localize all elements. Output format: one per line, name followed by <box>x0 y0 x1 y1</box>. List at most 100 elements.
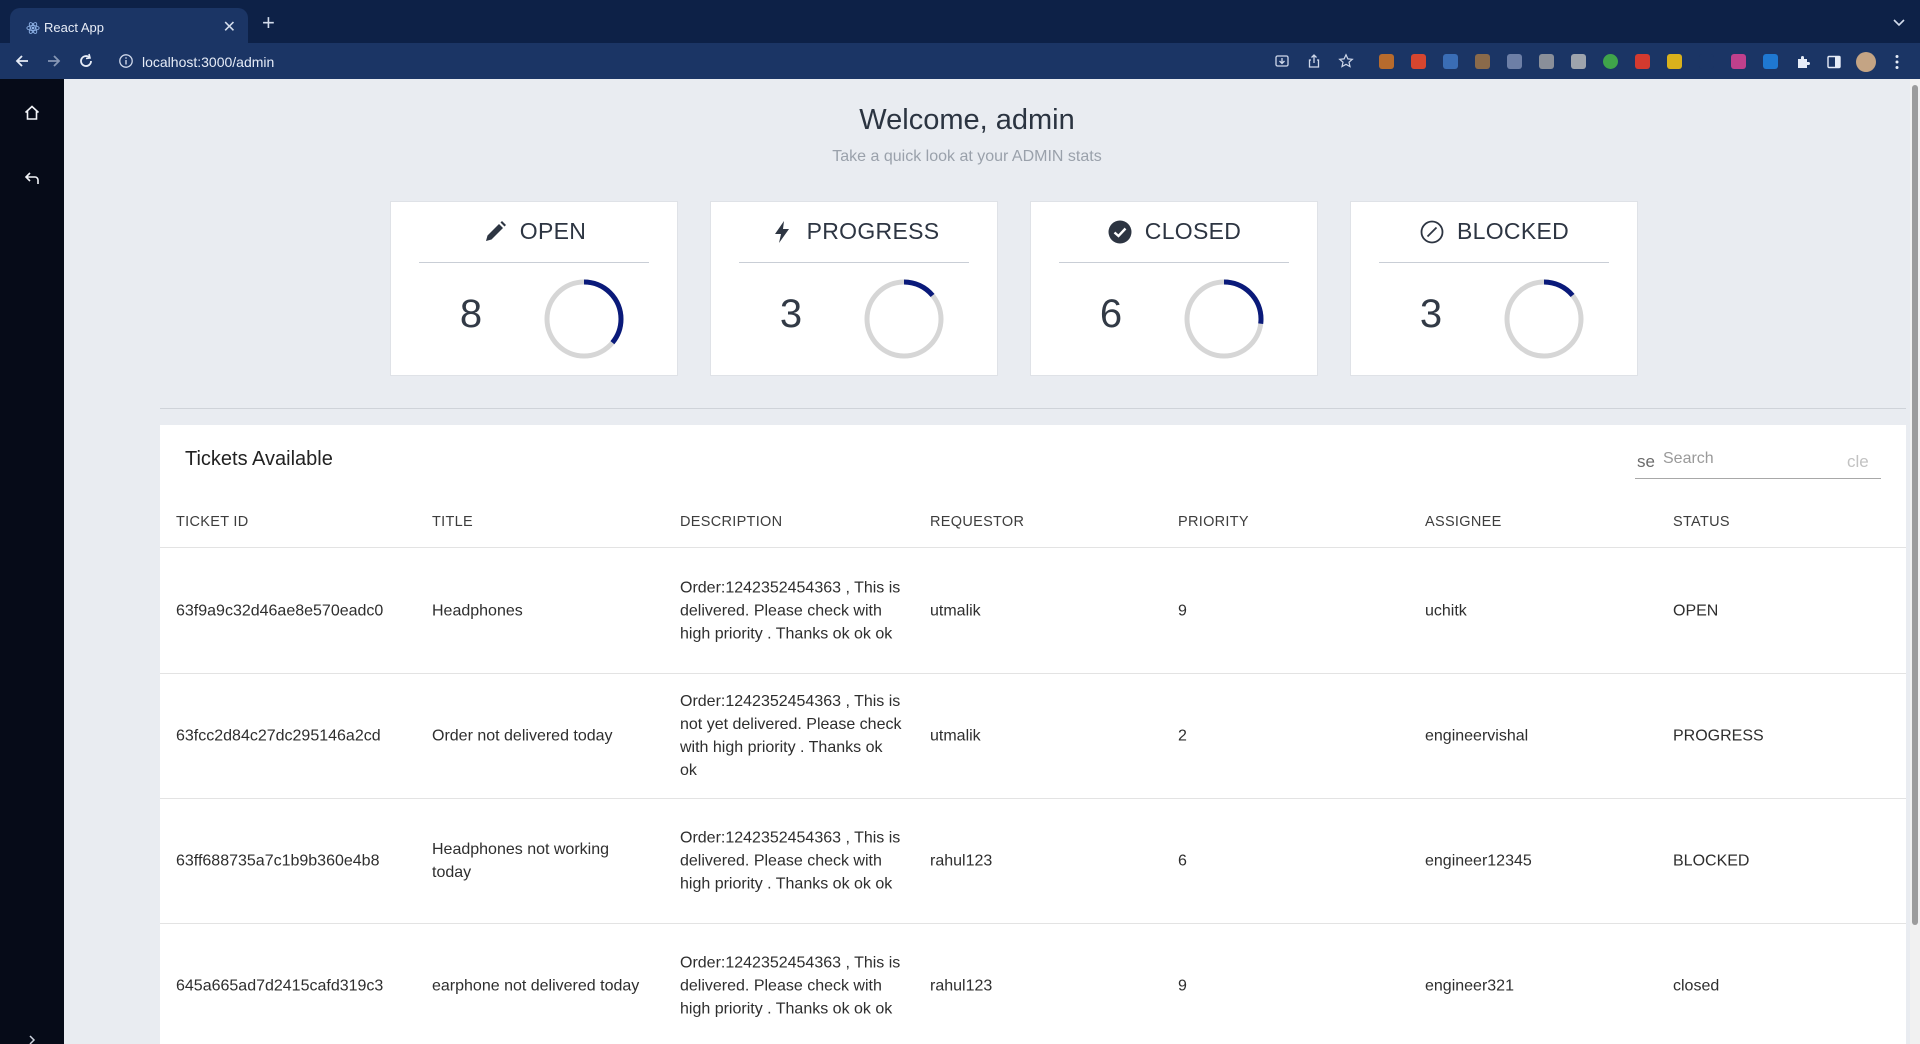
progress-ring <box>1504 279 1584 359</box>
welcome-heading: Welcome, admin <box>859 104 1075 136</box>
stat-label: CLOSED <box>1144 218 1242 244</box>
column-header-assignee[interactable]: ASSIGNEE <box>1425 514 1502 530</box>
card-divider <box>1379 262 1609 263</box>
ticket-assignee: engineer12345 <box>1425 852 1532 870</box>
table-header: TICKET ID TITLE DESCRIPTION REQUESTOR PR… <box>160 492 1906 548</box>
tab-title: React App <box>44 20 104 35</box>
stat-card-open: OPEN 8 <box>390 201 678 376</box>
address-bar[interactable]: localhost:3000/admin <box>108 47 1354 75</box>
bookmark-star-icon[interactable] <box>1338 53 1354 69</box>
new-tab-icon[interactable]: + <box>262 12 275 34</box>
search-icon-text: se <box>1637 452 1655 471</box>
column-header-status[interactable]: STATUS <box>1673 514 1730 530</box>
extension-p-icon[interactable] <box>1763 54 1778 69</box>
side-panel-icon[interactable] <box>1826 54 1842 70</box>
column-header-ticket-id[interactable]: TICKET ID <box>176 514 249 530</box>
ticket-description: Order:1242352454363 , This is delivered.… <box>680 579 901 643</box>
column-header-title[interactable]: TITLE <box>432 514 473 530</box>
ticket-requestor: rahul123 <box>930 852 993 870</box>
ticket-title: earphone not delivered today <box>432 977 640 995</box>
column-header-requestor[interactable]: REQUESTOR <box>930 514 1024 530</box>
browser-menu-icon[interactable] <box>1894 54 1900 70</box>
welcome-subtitle: Take a quick look at your ADMIN stats <box>832 148 1102 165</box>
scrollbar-thumb[interactable] <box>1912 85 1918 925</box>
stat-label: BLOCKED <box>1456 218 1570 244</box>
ticket-id: 645a665ad7d2415cafd319c3 <box>176 977 384 995</box>
stat-card-closed: CLOSED 6 <box>1030 201 1318 376</box>
card-divider <box>739 262 969 263</box>
stat-card-progress: PROGRESS 3 <box>710 201 998 376</box>
ticket-description: Order:1242352454363 , This is not yet de… <box>680 693 902 779</box>
check-circle-icon <box>1108 220 1132 243</box>
logout-icon[interactable] <box>22 169 42 189</box>
browser-toolbar: localhost:3000/admin <box>0 43 1920 79</box>
ticket-status: BLOCKED <box>1673 852 1750 870</box>
close-tab-icon[interactable]: ✕ <box>223 17 236 37</box>
ticket-description: Order:1242352454363 , This is delivered.… <box>680 829 901 893</box>
ticket-description: Order:1242352454363 , This is delivered.… <box>680 954 901 1018</box>
extension-copy-icon[interactable] <box>1507 54 1522 69</box>
pencil-icon <box>485 220 506 241</box>
extension-1-icon[interactable] <box>1379 54 1394 69</box>
ticket-title: Order not delivered today <box>432 727 613 745</box>
info-icon[interactable] <box>118 53 134 69</box>
stat-label: OPEN <box>519 218 587 244</box>
ticket-assignee: engineervishal <box>1425 727 1529 745</box>
extension-color-icon[interactable] <box>1731 54 1746 69</box>
share-icon[interactable] <box>1306 53 1322 69</box>
search-box: se cle <box>1635 443 1881 479</box>
ticket-requestor: rahul123 <box>930 977 993 995</box>
sidebar <box>0 79 64 1044</box>
ticket-title: Headphones not working today <box>432 841 610 881</box>
column-header-priority[interactable]: PRIORITY <box>1178 514 1249 530</box>
profile-avatar[interactable] <box>1856 52 1876 72</box>
install-app-icon[interactable] <box>1274 53 1290 69</box>
reload-icon[interactable] <box>76 51 96 71</box>
extensions-puzzle-icon[interactable] <box>1795 54 1811 70</box>
extension-2-icon[interactable] <box>1411 54 1426 69</box>
stat-label: PROGRESS <box>806 218 940 244</box>
browser-tabstrip: React App ✕ + <box>0 0 1920 49</box>
chevron-right-icon[interactable] <box>26 1034 38 1044</box>
page-scrollbar[interactable] <box>1910 79 1920 1044</box>
extension-3-icon[interactable] <box>1443 54 1458 69</box>
ticket-status: OPEN <box>1673 602 1719 620</box>
table-row[interactable]: 645a665ad7d2415cafd319c3 earphone not de… <box>160 924 1906 1044</box>
stat-count: 3 <box>779 292 803 336</box>
forward-icon[interactable] <box>44 51 64 71</box>
card-divider <box>419 262 649 263</box>
extension-red-icon[interactable] <box>1635 54 1650 69</box>
ticket-priority: 9 <box>1178 602 1187 620</box>
ticket-id: 63f9a9c32d46ae8e570eadc0 <box>176 602 384 620</box>
table-row[interactable]: 63ff688735a7c1b9b360e4b8 Headphones not … <box>160 799 1906 924</box>
progress-ring <box>864 279 944 359</box>
card-divider <box>1059 262 1289 263</box>
table-row[interactable]: 63f9a9c32d46ae8e570eadc0 Headphones Orde… <box>160 549 1906 674</box>
extension-yellow-icon[interactable] <box>1667 54 1682 69</box>
ticket-assignee: engineer321 <box>1425 977 1514 995</box>
app-page: Welcome, admin Take a quick look at your… <box>0 79 1920 1044</box>
progress-ring <box>544 279 624 359</box>
ticket-priority: 6 <box>1178 852 1187 870</box>
table-row[interactable]: 63fcc2d84c27dc295146a2cd Order not deliv… <box>160 674 1906 799</box>
extension-green-icon[interactable] <box>1603 54 1618 69</box>
section-divider <box>160 408 1906 409</box>
chevron-down-icon[interactable] <box>1892 15 1906 29</box>
extension-f-icon[interactable] <box>1475 54 1490 69</box>
url-text: localhost:3000/admin <box>142 54 275 70</box>
extension-l-icon[interactable] <box>1571 54 1586 69</box>
back-icon[interactable] <box>12 51 32 71</box>
home-icon[interactable] <box>22 103 42 123</box>
search-input[interactable] <box>1663 447 1843 471</box>
ticket-assignee: uchitk <box>1425 602 1467 620</box>
clear-icon-text[interactable]: cle <box>1847 452 1869 472</box>
ticket-priority: 2 <box>1178 727 1187 745</box>
tickets-title: Tickets Available <box>185 448 333 470</box>
progress-ring <box>1184 279 1264 359</box>
react-logo-icon <box>26 22 40 34</box>
extension-e-icon[interactable] <box>1539 54 1554 69</box>
stat-count: 6 <box>1099 292 1123 336</box>
extension-blank-icon[interactable] <box>1699 54 1714 69</box>
column-header-description[interactable]: DESCRIPTION <box>680 514 782 530</box>
stat-card-blocked: BLOCKED 3 <box>1350 201 1638 376</box>
